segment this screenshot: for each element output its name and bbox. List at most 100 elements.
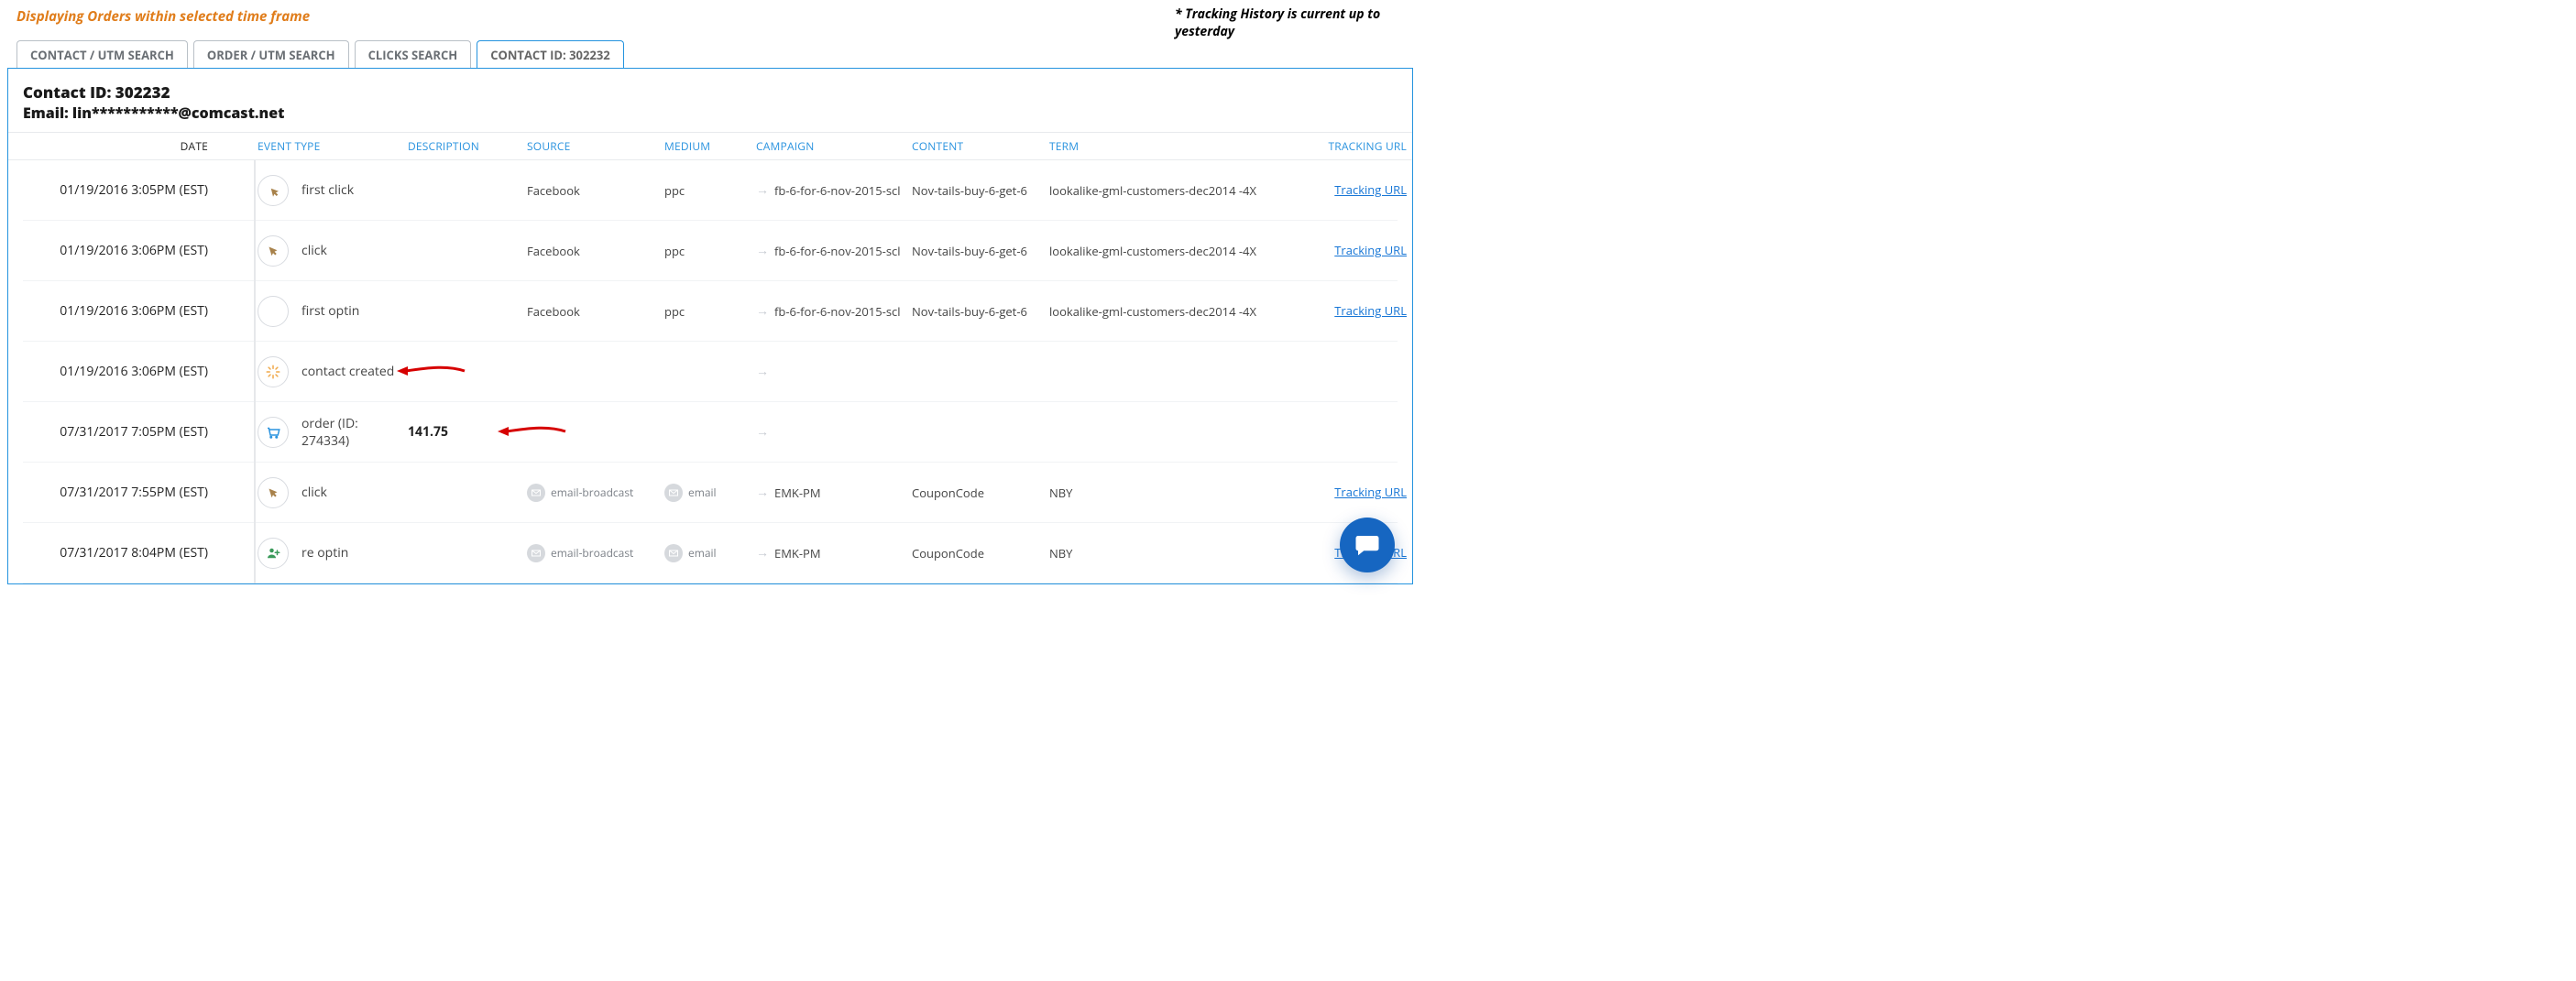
order-icon [258,417,289,448]
notice-right: * Tracking History is current up to yest… [1175,5,1413,40]
col-tracking-url: TRACKING URL [1288,138,1407,154]
cell-date: 07/31/2017 7:05PM (EST) [23,423,225,441]
notice-left: Displaying Orders within selected time f… [7,5,310,33]
event-label: click [301,242,327,259]
cell-medium: ppc [664,243,756,259]
tab-3[interactable]: CONTACT ID: 302232 [477,40,624,69]
contact-icon [258,356,289,387]
cell-event: first click [225,175,408,206]
cell-date: 07/31/2017 8:04PM (EST) [23,544,225,561]
optin-icon [258,296,289,327]
cell-tracking-url: Tracking URL [1288,484,1407,501]
cell-date: 01/19/2016 3:05PM (EST) [23,181,225,199]
cell-medium: ppc [664,182,756,199]
cell-campaign: → fb-6-for-6-nov-2015-scl [756,242,912,259]
event-label: first click [301,181,354,199]
col-description: DESCRIPTION [408,138,527,154]
arrow-icon: → [756,242,769,259]
cell-content: CouponCode [912,545,1049,561]
cell-campaign: → fb-6-for-6-nov-2015-scl [756,181,912,199]
cell-campaign: → fb-6-for-6-nov-2015-scl [756,302,912,320]
cell-date: 01/19/2016 3:06PM (EST) [23,242,225,259]
cell-date: 01/19/2016 3:06PM (EST) [23,363,225,380]
timeline: 01/19/2016 3:05PM (EST) first click Facebo… [8,160,1412,583]
cell-campaign: →EMK-PM [756,484,912,501]
cell-event: order (ID: 274334) [225,415,408,450]
source-text: email-broadcast [551,545,633,561]
cell-term: NBY [1049,485,1288,501]
contact-id-title: Contact ID: 302232 [23,82,1398,103]
table-row: 07/31/2017 7:05PM (EST) order (ID: 274334… [23,402,1398,463]
arrow-icon: → [756,544,769,561]
tab-0[interactable]: CONTACT / UTM SEARCH [16,40,188,69]
cell-campaign: → [756,363,912,380]
cell-date: 01/19/2016 3:06PM (EST) [23,302,225,320]
cell-date: 07/31/2017 7:55PM (EST) [23,484,225,501]
cell-term: lookalike-gml-customers-dec2014 -4X [1049,243,1288,259]
col-source: SOURCE [527,138,664,154]
email-icon: email-broadcast [527,544,633,562]
arrow-icon: → [756,423,769,441]
cell-term: lookalike-gml-customers-dec2014 -4X [1049,303,1288,320]
table-row: 07/31/2017 7:55PM (EST)clickemail-broadc… [23,463,1398,523]
email-icon: email [664,544,717,562]
chat-icon [1354,531,1381,559]
cell-medium: email [664,544,756,562]
cell-term: lookalike-gml-customers-dec2014 -4X [1049,182,1288,199]
first-click-icon [258,175,289,206]
arrow-icon: → [756,363,769,380]
col-content: CONTENT [912,138,1049,154]
email-icon: email [664,484,717,502]
table-row: 01/19/2016 3:05PM (EST) first click Facebo… [23,160,1398,221]
cell-event: click [225,235,408,267]
source-text: email-broadcast [551,485,633,500]
cell-event: contact created [225,356,408,387]
col-term: TERM [1049,138,1288,154]
tab-1[interactable]: ORDER / UTM SEARCH [193,40,349,69]
col-event-type: EVENT TYPE [225,138,408,154]
table-row: 01/19/2016 3:06PM (EST)clickFacebookppc→… [23,221,1398,281]
top-bar: Displaying Orders within selected time f… [7,5,1413,40]
table-header: DATE EVENT TYPE DESCRIPTION SOURCE MEDIU… [8,132,1412,160]
table-row: 07/31/2017 8:04PM (EST)re optin email-bro… [23,523,1398,583]
arrow-icon: → [756,484,769,501]
medium-text: email [688,545,717,561]
arrow-icon: → [756,181,769,199]
col-campaign: CAMPAIGN [756,138,912,154]
cell-source: email-broadcast [527,544,664,562]
tracking-url-link[interactable]: Tracking URL [1334,302,1407,319]
table-row: 01/19/2016 3:06PM (EST) contact created → [23,342,1398,402]
reoptin-icon [258,538,289,569]
cell-medium: email [664,484,756,502]
cell-source: email-broadcast [527,484,664,502]
cell-tracking-url: Tracking URL [1288,302,1407,320]
cell-content: Nov-tails-buy-6-get-6 [912,182,1049,199]
tracking-url-link[interactable]: Tracking URL [1334,484,1407,500]
tab-2[interactable]: CLICKS SEARCH [355,40,472,69]
chat-widget-button[interactable] [1340,518,1395,572]
email-icon: email-broadcast [527,484,633,502]
click-icon [258,235,289,267]
campaign-text: EMK-PM [774,545,821,561]
col-date: DATE [23,138,225,154]
cell-content: CouponCode [912,485,1049,501]
cell-source: Facebook [527,182,664,199]
cell-campaign: → [756,423,912,441]
contact-email: Email: lin***********@comcast.net [23,103,1398,123]
campaign-text: fb-6-for-6-nov-2015-scl [774,303,901,320]
tracking-url-link[interactable]: Tracking URL [1334,242,1407,258]
cell-event: re optin [225,538,408,569]
campaign-text: fb-6-for-6-nov-2015-scl [774,243,901,259]
event-label: contact created [301,363,394,380]
cell-tracking-url: Tracking URL [1288,242,1407,259]
table-row: 01/19/2016 3:06PM (EST)first optinFacebo… [23,281,1398,342]
tab-bar: CONTACT / UTM SEARCHORDER / UTM SEARCHCL… [7,40,1413,69]
tracking-url-link[interactable]: Tracking URL [1334,181,1407,198]
campaign-text: fb-6-for-6-nov-2015-scl [774,182,901,199]
event-label: order (ID: 274334) [301,415,408,450]
cell-tracking-url: Tracking URL [1288,181,1407,199]
col-medium: MEDIUM [664,138,756,154]
arrow-icon: → [756,302,769,320]
click-icon [258,477,289,508]
cell-content: Nov-tails-buy-6-get-6 [912,303,1049,320]
